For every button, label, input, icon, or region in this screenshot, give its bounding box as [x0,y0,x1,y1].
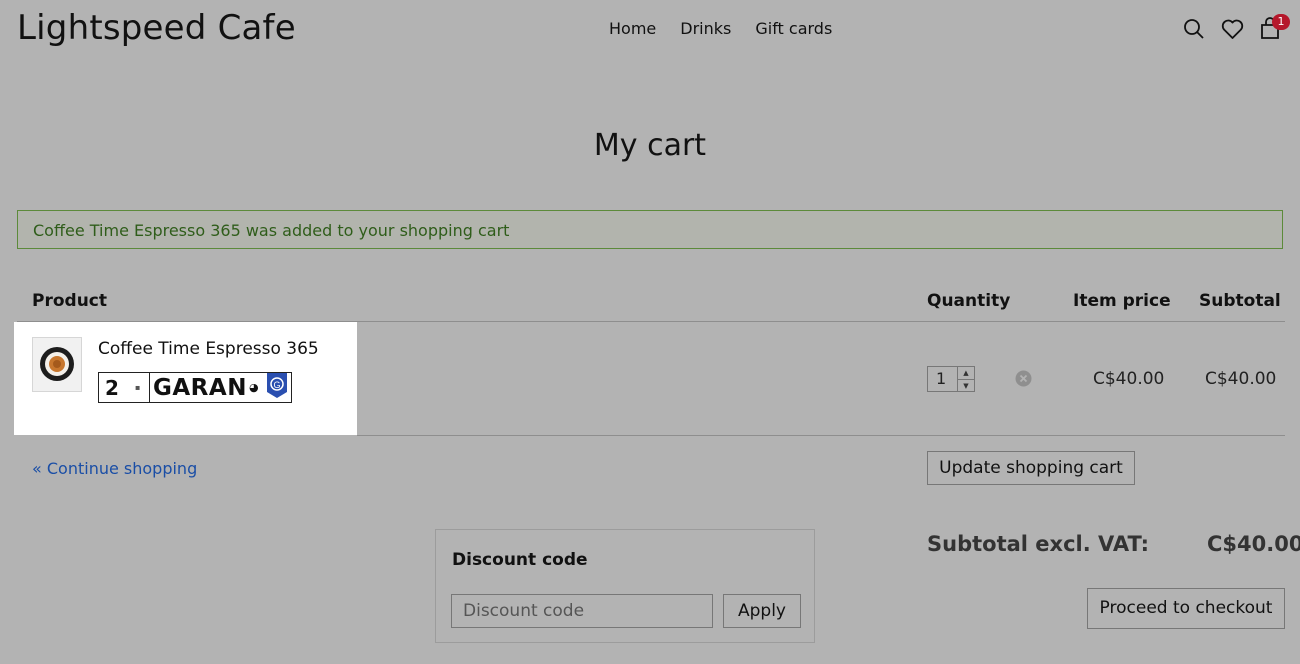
success-notice: Coffee Time Espresso 365 was added to yo… [17,210,1283,249]
nav-gift-cards[interactable]: Gift cards [755,19,832,38]
search-icon[interactable] [1183,18,1205,40]
badge-divider [149,373,150,402]
product-name[interactable]: Coffee Time Espresso 365 [98,339,319,359]
quantity-stepper[interactable]: 1 ▲ ▼ [927,366,975,392]
badge-text: GARAN [153,374,247,401]
badge-shield-icon: G [266,372,288,403]
subtotal-label: Subtotal excl. VAT: [927,532,1150,556]
remove-item-icon[interactable] [1015,370,1032,387]
checkout-button[interactable]: Proceed to checkout [1087,588,1285,629]
badge-mark-icon: ◕ [248,381,259,394]
heart-icon[interactable] [1221,19,1244,40]
discount-title: Discount code [452,550,588,570]
quantity-down-icon[interactable]: ▼ [958,380,974,392]
header-quantity: Quantity [927,291,1011,311]
item-price: C$40.00 [1093,369,1165,389]
quantity-spinner[interactable]: ▲ ▼ [957,367,974,391]
apply-discount-button[interactable]: Apply [723,594,801,628]
cart-count-badge: 1 [1272,14,1290,30]
brand-logo[interactable]: Lightspeed Cafe [17,8,296,48]
svg-text:G: G [273,380,280,390]
subtotal-value: C$40.00 [1207,532,1300,556]
nav-drinks[interactable]: Drinks [680,19,731,38]
garantie-badge: 2 ▪ GARAN ◕ G [98,372,292,403]
product-thumbnail[interactable] [32,337,82,392]
continue-shopping-link[interactable]: « Continue shopping [32,459,197,478]
discount-code-input[interactable]: Discount code [451,594,713,628]
badge-dot-icon: ▪ [135,383,141,392]
table-row: Coffee Time Espresso 365 2 ▪ GARAN ◕ G [14,322,357,435]
nav-home[interactable]: Home [609,19,656,38]
badge-number: 2 [105,375,119,400]
quantity-up-icon[interactable]: ▲ [958,367,974,380]
update-cart-button[interactable]: Update shopping cart [927,451,1135,485]
header-item-price: Item price [1073,291,1171,311]
header-product: Product [32,291,107,311]
main-nav: Home Drinks Gift cards [609,19,832,38]
quantity-value[interactable]: 1 [936,369,946,388]
page-title: My cart [593,128,707,163]
row-subtotal: C$40.00 [1205,369,1277,389]
table-divider-bottom [357,435,1285,436]
header-subtotal: Subtotal [1199,291,1281,311]
discount-panel: Discount code Discount code Apply [435,529,815,643]
